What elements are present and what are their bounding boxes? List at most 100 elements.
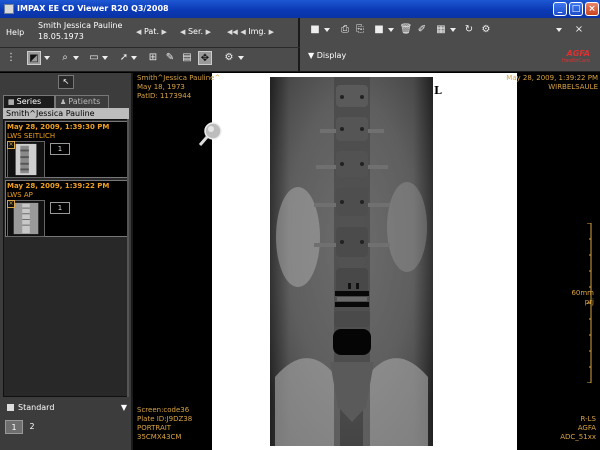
magnifier-icon[interactable] bbox=[198, 121, 224, 147]
prev-series-icon[interactable]: ◀ bbox=[180, 28, 185, 36]
settings-icon[interactable]: ⚙ bbox=[479, 23, 493, 37]
series-item[interactable]: May 28, 2009, 1:39:22 PM LWS AP × 1 bbox=[5, 180, 129, 237]
series-description: LWS AP bbox=[7, 191, 33, 199]
pan-icon[interactable]: ✥ bbox=[198, 51, 212, 65]
pointer-dropdown-icon[interactable] bbox=[131, 56, 137, 60]
zoom-icon[interactable]: ⌕ bbox=[58, 51, 72, 65]
series-description: LWS SEITLICH bbox=[7, 132, 56, 140]
prev-patient-icon[interactable]: ◀ bbox=[136, 28, 141, 36]
layout-select[interactable]: Standard ▼ bbox=[3, 400, 129, 416]
window-title: IMPAX EE CD Viewer R20 Q3/2008 bbox=[17, 4, 169, 13]
display-expand-icon: ▼ bbox=[308, 51, 315, 60]
toolbar-right: ■ ⎙ ⎘ ■ 🗑 ✐ ▦ ↻ ⚙ × ▼ Display AGFA Healt… bbox=[302, 18, 600, 72]
orientation-marker: L bbox=[434, 84, 442, 97]
overlay-manufacturer: AGFA bbox=[577, 424, 596, 432]
refresh-icon[interactable]: ↻ bbox=[462, 23, 476, 37]
next-patient-icon[interactable]: ▶ bbox=[162, 28, 167, 36]
help-menu[interactable]: Help bbox=[6, 28, 24, 37]
series-datetime: May 28, 2009, 1:39:30 PM bbox=[7, 123, 110, 131]
overlay-device: ADC_51xx bbox=[560, 433, 596, 441]
patient-name: Smith Jessica Pauline bbox=[38, 21, 123, 30]
next-image-icon[interactable]: ▶ bbox=[269, 28, 274, 36]
page-button-1[interactable]: 1 bbox=[5, 420, 23, 434]
tile-icon[interactable]: ▦ bbox=[434, 23, 448, 37]
display-menu[interactable]: ▼ Display bbox=[308, 51, 346, 60]
overlay-top-left: Smith^Jessica Pauline^ May 18, 1973 PatI… bbox=[137, 74, 220, 101]
export-icon[interactable]: ⎙ bbox=[338, 23, 352, 37]
display-label: Display bbox=[316, 51, 347, 60]
tile-dropdown-icon[interactable] bbox=[450, 28, 456, 32]
layout-icon[interactable]: ◩ bbox=[27, 51, 41, 65]
minimize-button[interactable]: _ bbox=[553, 2, 567, 16]
menu-handle-icon[interactable]: ⋮ bbox=[4, 51, 18, 65]
series-checkbox[interactable]: × bbox=[7, 200, 15, 208]
xray-image[interactable] bbox=[270, 77, 433, 446]
zoom-dropdown-icon[interactable] bbox=[73, 56, 79, 60]
tab-patients-label: Patients bbox=[68, 97, 101, 106]
image-viewer[interactable]: L Smith^Jessica Pauline^ May 18, 1973 Pa… bbox=[135, 73, 600, 450]
print-icon[interactable]: ⎘ bbox=[353, 23, 367, 37]
series-checkbox[interactable]: × bbox=[7, 141, 15, 149]
series-item[interactable]: May 28, 2009, 1:39:30 PM LWS SEITLICH × … bbox=[5, 121, 129, 178]
panel-tabs: ▦ Series ♟ Patients bbox=[3, 95, 129, 108]
maximize-button[interactable]: □ bbox=[569, 2, 583, 16]
image-nav-label: Img. bbox=[248, 27, 267, 36]
image-nav[interactable]: ◀◀ ◀ Img. ▶ bbox=[227, 27, 274, 36]
series-nav-label: Ser. bbox=[187, 27, 204, 36]
patient-nav[interactable]: ◀ Pat. ▶ bbox=[136, 27, 167, 36]
window-level-icon[interactable]: ▤ bbox=[180, 51, 194, 65]
pointer-icon[interactable]: ➚ bbox=[117, 51, 131, 65]
main-toolbar: Help Smith Jessica Pauline 18.05.1973 ◀ … bbox=[0, 18, 600, 72]
measure-icon[interactable]: ⊞ bbox=[146, 51, 160, 65]
patient-nav-label: Pat. bbox=[143, 27, 159, 36]
tab-series-label: Series bbox=[16, 97, 42, 106]
overlay-lut: R-LS bbox=[580, 415, 596, 423]
color-swatch-icon[interactable]: ■ bbox=[308, 23, 322, 37]
patient-header[interactable]: Smith^Jessica Pauline bbox=[3, 108, 129, 119]
page-icon[interactable]: ▭ bbox=[87, 51, 101, 65]
grid-icon[interactable]: ■ bbox=[372, 23, 386, 37]
cine-dropdown-icon[interactable] bbox=[238, 56, 244, 60]
left-panel: ↖ ▦ Series ♟ Patients Smith^Jessica Paulin… bbox=[0, 73, 133, 450]
agfa-brand-sub: HealthCare bbox=[562, 58, 590, 64]
grid-dropdown-icon[interactable] bbox=[388, 28, 394, 32]
overlay-top-right: May 28, 2009, 1:39:22 PM WIRBELSAULE bbox=[506, 74, 598, 92]
color-dropdown-icon[interactable] bbox=[324, 28, 330, 32]
scale-label: 60mm prj bbox=[571, 289, 594, 307]
collapse-panel-button[interactable]: ↖ bbox=[58, 75, 74, 89]
tab-patients[interactable]: ♟ Patients bbox=[55, 95, 109, 108]
overlay-orientation: PORTRAIT bbox=[137, 424, 172, 432]
close-button[interactable]: × bbox=[585, 2, 599, 16]
overlay-screen: Screen:code36 bbox=[137, 406, 190, 414]
layout-select-dropdown-icon[interactable]: ▼ bbox=[121, 400, 127, 416]
annotate-icon[interactable]: ✎ bbox=[163, 51, 177, 65]
close-pane-icon[interactable]: × bbox=[572, 23, 586, 37]
toolbar-divider bbox=[0, 47, 300, 48]
overlay-study-datetime: May 28, 2009, 1:39:22 PM bbox=[506, 74, 598, 82]
overlay-body-part: WIRBELSAULE bbox=[548, 83, 598, 91]
cine-icon[interactable]: ⚙ bbox=[222, 51, 236, 65]
prev-image-icon[interactable]: ◀◀ bbox=[227, 28, 238, 36]
tab-series[interactable]: ▦ Series bbox=[3, 95, 55, 108]
app-icon bbox=[4, 4, 14, 14]
overlay-patient-name: Smith^Jessica Pauline^ bbox=[137, 74, 221, 82]
overlay-size: 35CMX43CM bbox=[137, 433, 182, 441]
layout-dropdown-icon[interactable] bbox=[44, 56, 50, 60]
layout-select-value: Standard bbox=[18, 403, 55, 412]
series-list-scrollbar[interactable] bbox=[127, 119, 129, 397]
series-list: May 28, 2009, 1:39:30 PM LWS SEITLICH × … bbox=[3, 119, 129, 397]
edit-icon[interactable]: ✐ bbox=[415, 23, 429, 37]
toolbar-left: Help Smith Jessica Pauline 18.05.1973 ◀ … bbox=[0, 18, 300, 72]
prev-image-single-icon[interactable]: ◀ bbox=[240, 28, 245, 36]
overlay-birth-date: May 18, 1973 bbox=[137, 83, 185, 91]
series-nav[interactable]: ◀ Ser. ▶ bbox=[180, 27, 211, 36]
page-dropdown-icon[interactable] bbox=[102, 56, 108, 60]
delete-icon[interactable]: 🗑 bbox=[399, 23, 413, 37]
overflow-dropdown-icon[interactable] bbox=[556, 28, 562, 32]
overlay-bottom-left: Screen:code36 Plate ID:J9DZ38 PORTRAIT 3… bbox=[137, 406, 192, 442]
next-series-icon[interactable]: ▶ bbox=[206, 28, 211, 36]
overlay-bottom-right: R-LS AGFA ADC_51xx bbox=[560, 415, 596, 442]
series-image-count: 1 bbox=[50, 143, 70, 155]
scale-value: 60mm bbox=[571, 289, 594, 297]
page-button-2[interactable]: 2 bbox=[23, 420, 41, 434]
